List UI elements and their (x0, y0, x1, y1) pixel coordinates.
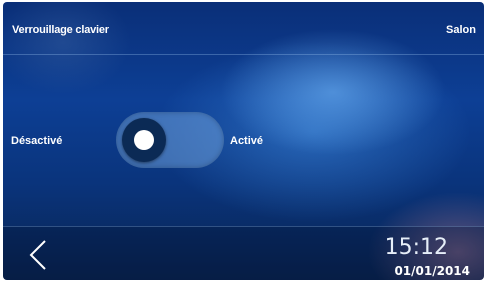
chevron-left-icon (29, 240, 46, 270)
keyboard-lock-toggle[interactable] (116, 112, 224, 168)
page-title: Verrouillage clavier (12, 24, 109, 36)
toggle-knob[interactable] (122, 118, 166, 162)
back-button[interactable] (27, 239, 51, 271)
clock-time: 15:12 (384, 235, 448, 260)
clock-date: 01/01/2014 (394, 264, 470, 278)
screen: Verrouillage clavier Salon Désactivé Act… (3, 2, 484, 280)
header-bar: Verrouillage clavier Salon (3, 2, 484, 55)
room-name: Salon (446, 24, 476, 36)
toggle-label-on: Activé (230, 135, 264, 147)
footer-bar: 15:12 01/01/2014 (3, 226, 484, 280)
toggle-label-off: Désactivé (11, 135, 63, 147)
